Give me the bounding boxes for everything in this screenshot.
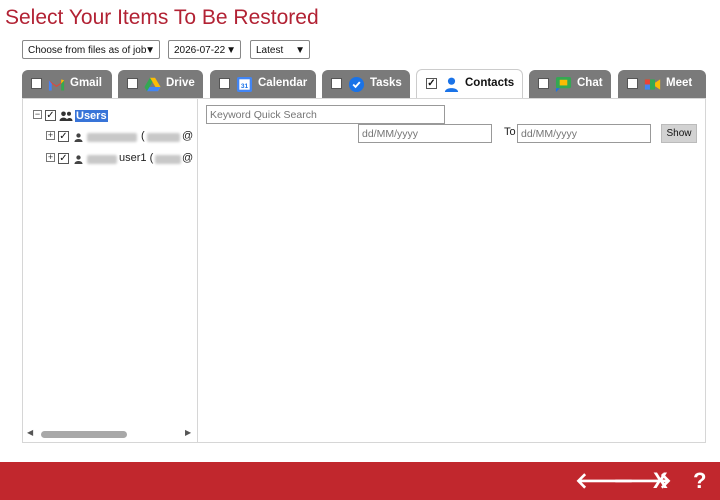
tree-horizontal-scrollbar[interactable]: ◀ ▶ (27, 428, 193, 439)
users-node-label[interactable]: Users (75, 110, 108, 122)
tab-tasks[interactable]: Tasks (322, 70, 410, 98)
users-checkbox[interactable]: ✓ (45, 110, 56, 121)
drive-icon (144, 77, 161, 92)
page-title: Select Your Items To Be Restored (5, 6, 319, 29)
expand-toggle[interactable]: + (46, 131, 55, 140)
tab-drive-label: Drive (166, 77, 195, 89)
restore-mode-select[interactable]: Choose from files as of job ▼ (22, 40, 160, 59)
tab-gmail-checkbox[interactable] (31, 78, 42, 89)
tab-chat-checkbox[interactable] (538, 78, 549, 89)
scroll-left-icon[interactable]: ◀ (27, 428, 33, 437)
chat-icon (555, 76, 572, 93)
tab-meet-checkbox[interactable] (627, 78, 638, 89)
tasks-icon (348, 76, 365, 93)
user-checkbox[interactable]: ✓ (58, 131, 69, 142)
redacted-name (87, 133, 137, 142)
restore-mode-value: Choose from files as of job (28, 45, 147, 56)
tab-tasks-label: Tasks (370, 77, 402, 89)
users-group-icon (59, 111, 73, 121)
tab-calendar-label: Calendar (258, 77, 308, 89)
tab-tasks-checkbox[interactable] (331, 78, 342, 89)
redacted-name (87, 155, 117, 164)
tab-drive[interactable]: Drive (118, 70, 203, 98)
scrollbar-thumb[interactable] (41, 431, 127, 438)
service-tabs: Gmail Drive 31 Calendar Tasks ✓ Contacts… (22, 69, 706, 99)
gmail-icon (48, 79, 65, 91)
scroll-right-icon[interactable]: ▶ (185, 428, 191, 437)
tab-meet-label: Meet (666, 77, 693, 89)
user-node-label[interactable]: user1 ( (119, 152, 153, 164)
tab-contacts[interactable]: ✓ Contacts (416, 69, 523, 99)
version-select[interactable]: Latest ▼ (250, 40, 310, 59)
chevron-down-icon: ▼ (145, 45, 155, 56)
user-icon (74, 133, 83, 142)
tab-drive-checkbox[interactable] (127, 78, 138, 89)
from-date-input[interactable] (358, 124, 492, 143)
tab-gmail[interactable]: Gmail (22, 70, 112, 98)
contacts-content: To Show (198, 99, 705, 442)
help-icon[interactable]: ? (693, 466, 706, 496)
show-button[interactable]: Show (661, 124, 697, 143)
calendar-icon-text: 31 (241, 83, 249, 90)
tab-gmail-label: Gmail (70, 77, 102, 89)
tab-chat[interactable]: Chat (529, 70, 611, 98)
to-label: To (504, 126, 516, 138)
chevron-down-icon: ▼ (295, 45, 305, 56)
tab-contacts-checkbox[interactable]: ✓ (426, 78, 437, 89)
user-node-label[interactable]: ( (141, 130, 145, 142)
close-icon[interactable]: X (653, 466, 668, 496)
chevron-down-icon: ▼ (226, 45, 236, 56)
tab-contacts-label: Contacts (465, 77, 515, 89)
tab-calendar-checkbox[interactable] (219, 78, 230, 89)
restore-panel: − ✓ Users + ✓ ( @ + ✓ user1 ( @ ◀ ▶ Keyw… (22, 98, 706, 443)
job-date-select[interactable]: 2026-07-22 ▼ (168, 40, 241, 59)
footer-bar: 🡐 🡒 X ? (0, 462, 720, 500)
redacted-email (147, 133, 180, 142)
calendar-icon: 31 (236, 76, 253, 93)
tab-meet[interactable]: Meet (618, 70, 706, 98)
tab-calendar[interactable]: 31 Calendar (210, 70, 316, 98)
user-icon (74, 155, 83, 164)
contacts-icon (444, 77, 459, 93)
to-date-input[interactable] (517, 124, 651, 143)
version-value: Latest (256, 45, 284, 56)
expand-toggle[interactable]: + (46, 153, 55, 162)
collapse-toggle[interactable]: − (33, 110, 42, 119)
user-checkbox[interactable]: ✓ (58, 153, 69, 164)
user-node-suffix: @ (182, 152, 194, 164)
redacted-email (155, 155, 181, 164)
keyword-search-input[interactable] (206, 105, 445, 124)
tab-chat-label: Chat (577, 77, 603, 89)
user-tree: − ✓ Users + ✓ ( @ + ✓ user1 ( @ ◀ ▶ (23, 99, 198, 442)
user-node-suffix: @ (182, 130, 194, 142)
job-date-value: 2026-07-22 (174, 45, 226, 56)
meet-icon (644, 79, 661, 90)
